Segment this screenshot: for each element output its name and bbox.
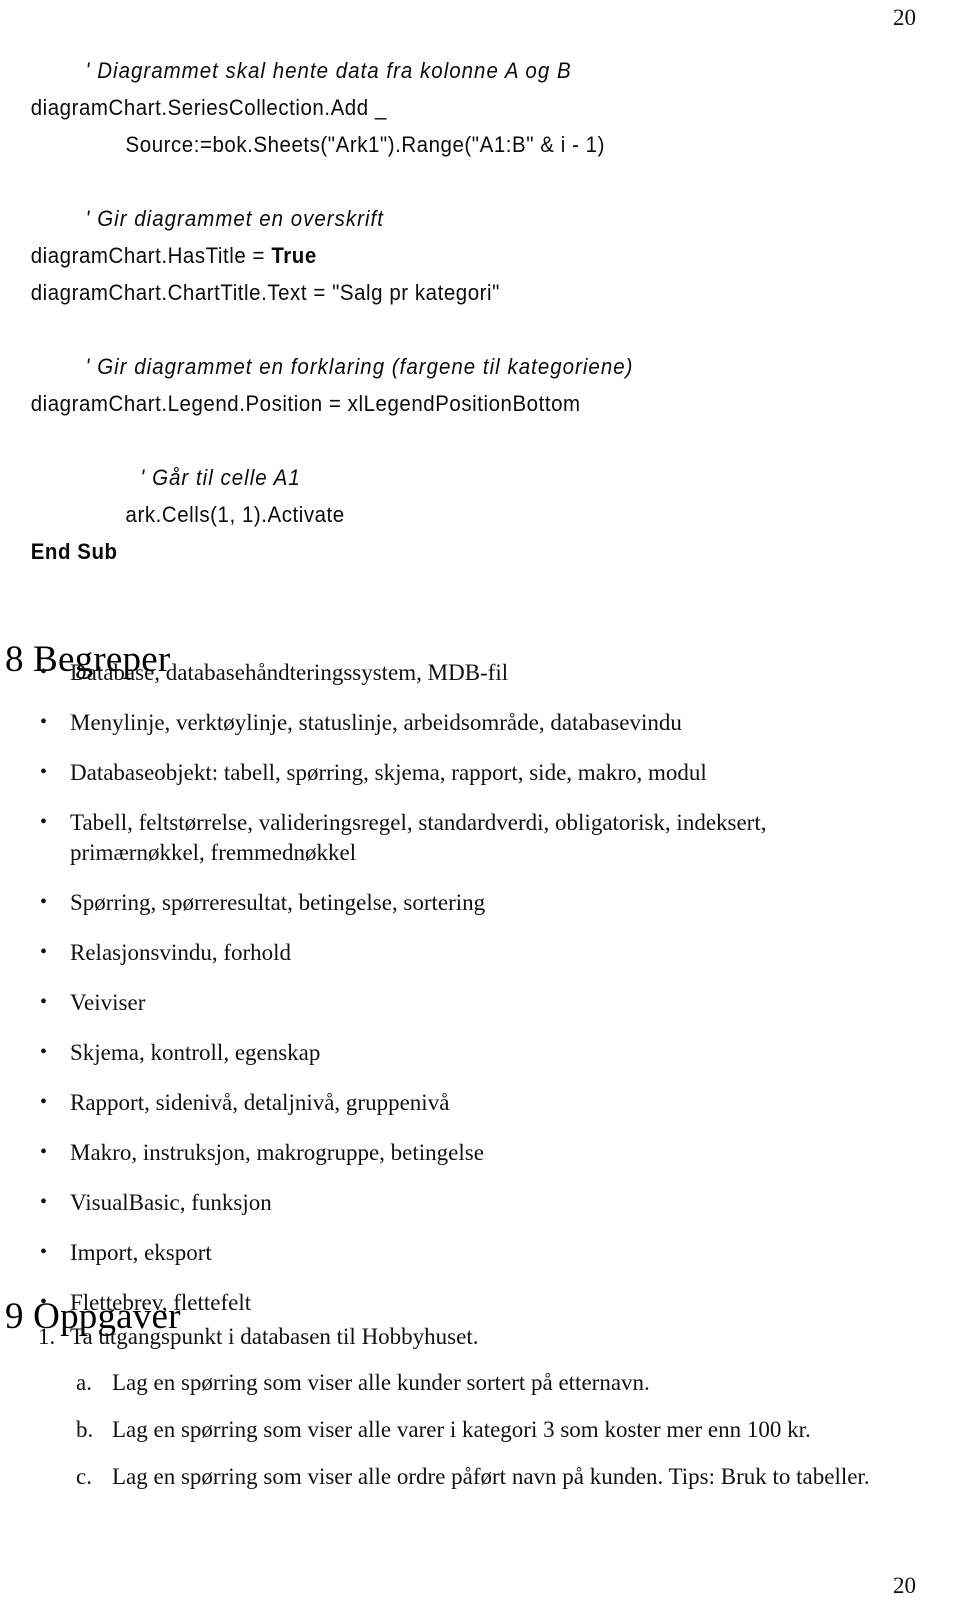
list-item: • Databaseobjekt: tabell, spørring, skjem… <box>0 758 900 788</box>
bullet-icon: • <box>40 761 48 783</box>
list-item: • Database, databasehåndteringssystem, MD… <box>0 658 900 688</box>
code-line: ark.Cells(1, 1).Activate <box>125 502 345 527</box>
bullet-icon: • <box>40 941 48 963</box>
task-marker: 1. <box>38 1324 56 1349</box>
list-item-label: Tabell, feltstørrelse, valideringsregel,… <box>70 810 767 865</box>
list-item: • VisualBasic, funksjon <box>0 1188 900 1218</box>
sub-task-label: Lag en spørring som viser alle kunder so… <box>112 1370 650 1395</box>
list-item-label: Relasjonsvindu, forhold <box>70 940 292 965</box>
bullet-icon: • <box>40 1041 48 1063</box>
bullet-icon: • <box>40 891 48 913</box>
code-listing: ' Diagrammet skal hente data fra kolonne… <box>0 52 960 570</box>
bullet-icon: • <box>40 1191 48 1213</box>
concepts-bullet-list: • Database, databasehåndteringssystem, MD… <box>0 658 920 1338</box>
bullet-icon: • <box>40 661 48 683</box>
page-number-bottom: 20 <box>893 1573 916 1598</box>
task-label: Ta utgangspunkt i databasen til Hobbyhus… <box>70 1324 479 1349</box>
code-line: diagramChart.HasTitle = True <box>30 243 317 268</box>
list-item-label: Menylinje, verktøylinje, statuslinje, ar… <box>70 710 682 735</box>
list-item-label: VisualBasic, funksjon <box>70 1190 272 1215</box>
code-line: Source:=bok.Sheets("Ark1").Range("A1:B" … <box>125 132 605 157</box>
list-item: • Tabell, feltstørrelse, valideringsregel… <box>0 808 900 868</box>
code-line: diagramChart.Legend.Position = xlLegendP… <box>30 391 581 416</box>
list-item: • Relasjonsvindu, forhold <box>0 938 900 968</box>
sub-task-label: Lag en spørring som viser alle ordre påf… <box>112 1464 870 1489</box>
sub-task-marker: a. <box>76 1370 92 1395</box>
list-item-label: Skjema, kontroll, egenskap <box>70 1040 321 1065</box>
list-item-label: Database, databasehåndteringssystem, MDB… <box>70 660 509 685</box>
code-comment-line: ' Går til celle A1 <box>140 465 301 490</box>
list-item-label: Spørring, spørreresultat, betingelse, so… <box>70 890 486 915</box>
code-comment-line: ' Gir diagrammet en forklaring (fargene … <box>85 354 634 379</box>
exercises-list: 1. Ta utgangspunkt i databasen til Hobbyh… <box>0 1322 940 1510</box>
list-item-label: Flettebrev, flettefelt <box>70 1290 252 1315</box>
bullet-icon: • <box>40 1091 48 1113</box>
code-line: diagramChart.ChartTitle.Text = "Salg pr … <box>30 280 500 305</box>
list-item: • Menylinje, verktøylinje, statuslinje, a… <box>0 708 900 738</box>
list-item: • Spørring, spørreresultat, betingelse, s… <box>0 888 900 918</box>
list-item-label: Databaseobjekt: tabell, spørring, skjema… <box>70 760 707 785</box>
list-item: • Makro, instruksjon, makrogruppe, beting… <box>0 1138 900 1168</box>
bullet-icon: • <box>40 711 48 733</box>
code-keyword: True <box>271 243 317 268</box>
list-item-label: Makro, instruksjon, makrogruppe, betinge… <box>70 1140 484 1165</box>
sub-task-item: c. Lag en spørring som viser alle ordre p… <box>70 1462 940 1492</box>
task-item: 1. Ta utgangspunkt i databasen til Hobbyh… <box>0 1322 940 1492</box>
sub-task-label: Lag en spørring som viser alle varer i k… <box>112 1417 811 1442</box>
list-item: • Import, eksport <box>0 1238 900 1268</box>
code-line: End Sub <box>30 539 118 564</box>
code-line: diagramChart.SeriesCollection.Add _ <box>30 95 387 120</box>
list-item-label: Veiviser <box>70 990 146 1015</box>
sub-task-marker: b. <box>76 1417 94 1442</box>
bullet-icon: • <box>40 1241 48 1263</box>
code-comment-line: ' Gir diagrammet en overskrift <box>85 206 384 231</box>
sub-task-list: a. Lag en spørring som viser alle kunder … <box>70 1368 940 1492</box>
sub-task-item: a. Lag en spørring som viser alle kunder … <box>70 1368 940 1398</box>
sub-task-marker: c. <box>76 1464 92 1489</box>
list-item-label: Rapport, sidenivå, detaljnivå, gruppeniv… <box>70 1090 450 1115</box>
page-number-top: 20 <box>893 5 916 30</box>
bullet-icon: • <box>40 991 48 1013</box>
list-item: • Veiviser <box>0 988 900 1018</box>
bullet-icon: • <box>40 811 48 833</box>
list-item: • Rapport, sidenivå, detaljnivå, gruppeni… <box>0 1088 900 1118</box>
list-item: • Skjema, kontroll, egenskap <box>0 1038 900 1068</box>
list-item-label: Import, eksport <box>70 1240 212 1265</box>
bullet-icon: • <box>40 1141 48 1163</box>
code-comment-line: ' Diagrammet skal hente data fra kolonne… <box>85 58 572 83</box>
sub-task-item: b. Lag en spørring som viser alle varer i… <box>70 1415 940 1445</box>
